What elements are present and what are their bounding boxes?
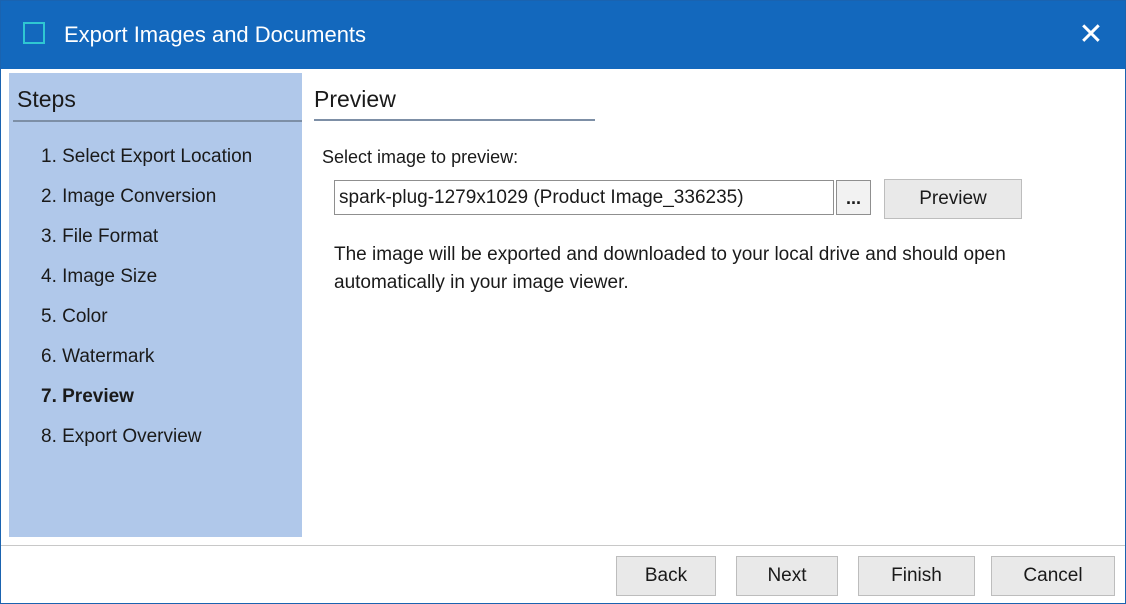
step-image-size[interactable]: 4. Image Size [41, 263, 252, 303]
browse-button[interactable]: ... [836, 180, 871, 215]
step-export-overview[interactable]: 8. Export Overview [41, 423, 252, 463]
section-divider [314, 119, 595, 121]
steps-heading: Steps [17, 86, 76, 112]
preview-panel: Preview Select image to preview: ... Pre… [314, 73, 1114, 537]
steps-list: 1. Select Export Location 2. Image Conve… [41, 143, 252, 463]
step-preview[interactable]: 7. Preview [41, 383, 252, 423]
image-select-label: Select image to preview: [322, 147, 519, 167]
next-button[interactable]: Next [736, 556, 838, 596]
info-text: The image will be exported and downloade… [334, 244, 1006, 293]
app-icon [23, 22, 45, 44]
steps-sidebar: Steps 1. Select Export Location 2. Image… [9, 73, 302, 537]
export-dialog: Export Images and Documents ✕ Steps 1. S… [0, 0, 1126, 604]
finish-button[interactable]: Finish [858, 556, 975, 596]
footer-divider [1, 545, 1125, 546]
step-file-format[interactable]: 3. File Format [41, 223, 252, 263]
window-title: Export Images and Documents [64, 22, 367, 47]
step-select-export-location[interactable]: 1. Select Export Location [41, 143, 252, 183]
close-icon[interactable]: ✕ [1071, 15, 1111, 55]
step-color[interactable]: 5. Color [41, 303, 252, 343]
step-watermark[interactable]: 6. Watermark [41, 343, 252, 383]
section-title: Preview [314, 86, 396, 112]
back-button[interactable]: Back [616, 556, 716, 596]
title-bar[interactable]: Export Images and Documents ✕ [1, 1, 1125, 69]
cancel-button[interactable]: Cancel [991, 556, 1115, 596]
preview-button[interactable]: Preview [884, 179, 1022, 219]
step-image-conversion[interactable]: 2. Image Conversion [41, 183, 252, 223]
steps-divider [13, 120, 302, 122]
image-input[interactable] [334, 180, 834, 215]
